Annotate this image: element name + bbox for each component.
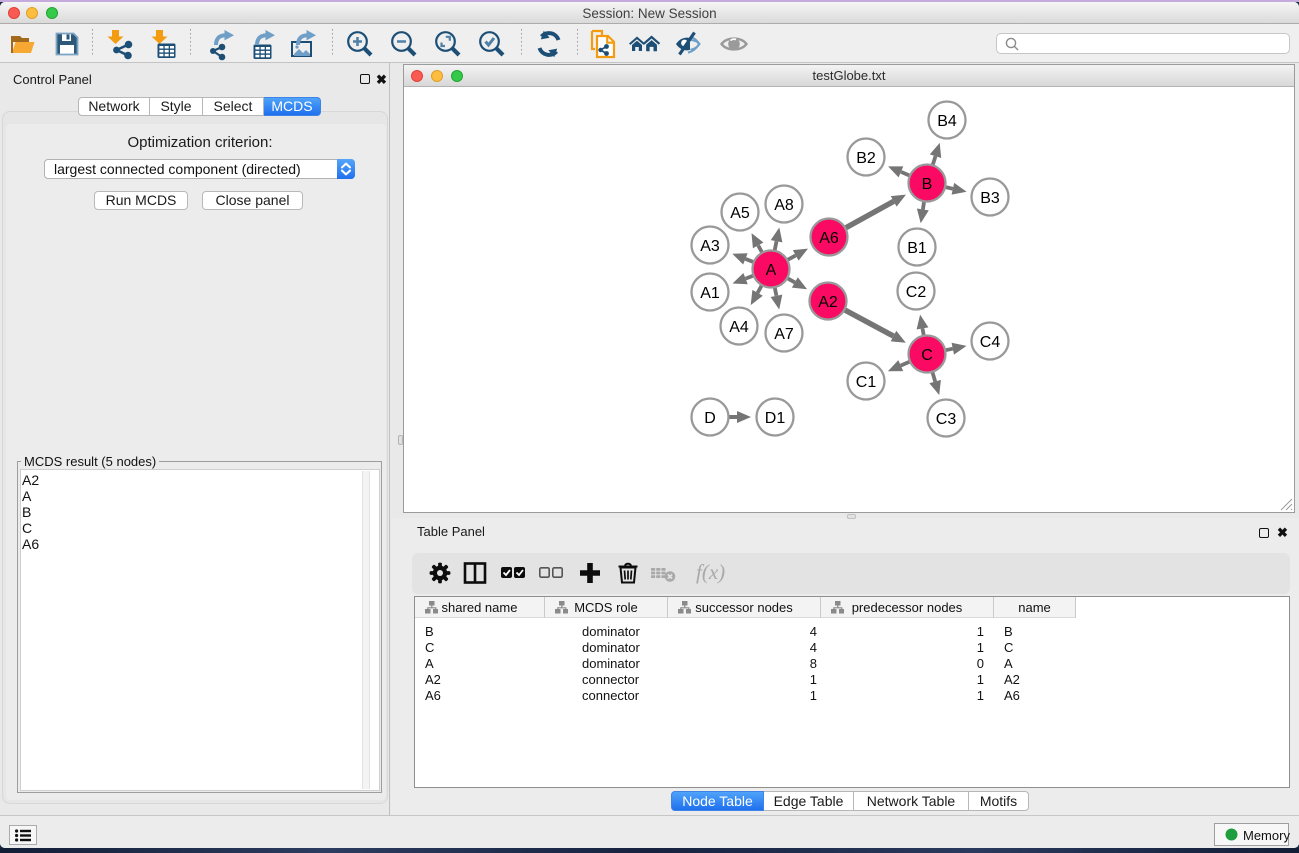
svg-text:A8: A8 [774, 197, 794, 214]
svg-text:D: D [704, 410, 716, 427]
svg-text:B1: B1 [907, 240, 927, 257]
svg-text:C: C [921, 347, 933, 364]
svg-text:A: A [766, 262, 777, 279]
svg-text:A5: A5 [730, 205, 750, 222]
svg-text:D1: D1 [765, 410, 786, 427]
svg-text:f(x): f(x) [696, 560, 725, 584]
svg-text:C1: C1 [856, 374, 877, 391]
svg-text:C3: C3 [936, 411, 957, 428]
svg-text:A3: A3 [700, 238, 720, 255]
svg-text:A6: A6 [819, 230, 839, 247]
svg-text:C4: C4 [980, 334, 1001, 351]
svg-text:B3: B3 [980, 190, 1000, 207]
svg-text:B2: B2 [856, 150, 876, 167]
svg-text:A1: A1 [700, 285, 720, 302]
svg-text:B4: B4 [937, 113, 957, 130]
svg-text:C2: C2 [906, 284, 927, 301]
svg-text:A2: A2 [818, 294, 838, 311]
svg-text:A7: A7 [774, 326, 794, 343]
svg-text:B: B [922, 176, 933, 193]
svg-text:A4: A4 [729, 319, 749, 336]
